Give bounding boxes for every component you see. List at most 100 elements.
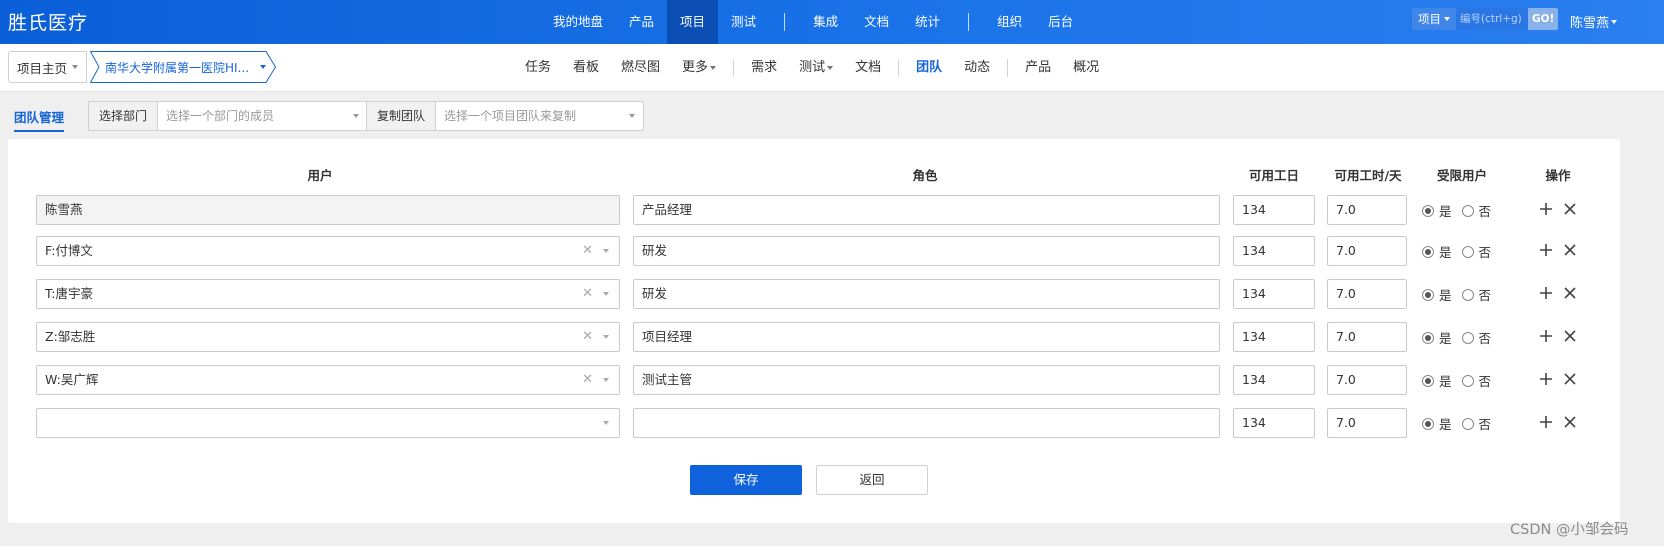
tab-burndown[interactable]: 燃尽图	[610, 44, 671, 92]
role-input[interactable]	[633, 408, 1220, 438]
delete-row-button[interactable]	[1560, 365, 1580, 393]
tab-docs[interactable]: 文档	[844, 44, 892, 92]
save-button[interactable]: 保存	[690, 465, 802, 495]
nav-item-admin[interactable]: 后台	[1035, 0, 1086, 44]
delete-row-button[interactable]	[1560, 322, 1580, 350]
user-select[interactable]: W:吴广辉 ✕	[36, 365, 620, 395]
role-input[interactable]: 项目经理	[633, 322, 1220, 352]
delete-row-button[interactable]	[1560, 195, 1580, 223]
user-select[interactable]: T:唐宇豪 ✕	[36, 279, 620, 309]
role-input[interactable]: 研发	[633, 236, 1220, 266]
limited-no-radio[interactable]	[1461, 288, 1474, 301]
breadcrumb-current-project[interactable]: 南华大学附属第一医院HI...	[90, 51, 276, 83]
radio-yes-label: 是	[1439, 288, 1452, 303]
radio-yes-label: 是	[1439, 331, 1452, 346]
add-row-button[interactable]	[1536, 365, 1556, 393]
limited-yes-radio[interactable]	[1422, 288, 1434, 301]
add-row-button[interactable]	[1536, 236, 1556, 264]
copy-team-select[interactable]: 选择一个项目团队来复制	[436, 102, 643, 130]
nav-item-project[interactable]: 项目	[667, 0, 719, 44]
user-select[interactable]: F:付博文 ✕	[36, 236, 620, 266]
hours-input[interactable]: 7.0	[1327, 236, 1407, 266]
hours-input[interactable]: 7.0	[1327, 322, 1407, 352]
subnav-divider	[1007, 59, 1009, 77]
role-input[interactable]: 测试主管	[633, 365, 1220, 395]
limited-yes-radio[interactable]	[1422, 204, 1434, 217]
workdays-input[interactable]: 134	[1233, 408, 1315, 438]
limited-yes-radio[interactable]	[1422, 374, 1434, 387]
tab-product[interactable]: 产品	[1014, 44, 1062, 92]
team-management-tab[interactable]: 团队管理	[14, 107, 65, 132]
hours-input[interactable]: 7.0	[1327, 195, 1407, 225]
search-input[interactable]	[1456, 8, 1528, 30]
nav-item-product[interactable]: 产品	[616, 0, 667, 44]
delete-row-button[interactable]	[1560, 408, 1580, 436]
workdays-input[interactable]: 134	[1233, 236, 1315, 266]
nav-item-dashboard[interactable]: 我的地盘	[540, 0, 616, 44]
hours-input[interactable]: 7.0	[1327, 365, 1407, 395]
clear-icon[interactable]: ✕	[582, 280, 593, 308]
workdays-input[interactable]: 134	[1233, 322, 1315, 352]
clear-icon[interactable]: ✕	[582, 323, 593, 351]
user-field-readonly: 陈雪燕	[36, 195, 620, 225]
nav-item-stats[interactable]: 统计	[902, 0, 953, 44]
nav-item-org[interactable]: 组织	[984, 0, 1035, 44]
limited-no-radio[interactable]	[1461, 204, 1474, 217]
user-select[interactable]	[36, 408, 620, 438]
nav-item-test[interactable]: 测试	[718, 0, 769, 44]
search-type-select[interactable]: 项目	[1412, 8, 1456, 30]
add-row-button[interactable]	[1536, 195, 1556, 223]
department-picker[interactable]: 选择部门 选择一个部门的成员	[88, 101, 368, 131]
back-button[interactable]: 返回	[816, 465, 928, 495]
chevron-down-icon	[629, 114, 635, 118]
limited-yes-radio[interactable]	[1422, 245, 1434, 258]
user-select-value: F:付博文	[45, 243, 93, 258]
add-row-button[interactable]	[1536, 408, 1556, 436]
table-row: W:吴广辉 ✕ 测试主管 134 7.0 是 否	[8, 365, 1620, 395]
nav-item-integration[interactable]: 集成	[800, 0, 851, 44]
tab-kanban[interactable]: 看板	[562, 44, 610, 92]
role-input[interactable]: 产品经理	[633, 195, 1220, 225]
add-row-button[interactable]	[1536, 322, 1556, 350]
clear-icon[interactable]: ✕	[582, 366, 593, 394]
department-select[interactable]: 选择一个部门的成员	[158, 102, 367, 130]
plus-icon	[1540, 287, 1552, 299]
tab-more[interactable]: 更多	[671, 44, 727, 92]
clear-icon[interactable]: ✕	[582, 237, 593, 265]
nav-item-docs[interactable]: 文档	[851, 0, 902, 44]
user-name: 陈雪燕	[1570, 16, 1610, 31]
limited-yes-radio[interactable]	[1422, 331, 1434, 344]
workdays-input[interactable]: 134	[1233, 365, 1315, 395]
user-select[interactable]: Z:邹志胜 ✕	[36, 322, 620, 352]
limited-no-radio[interactable]	[1461, 374, 1474, 387]
tab-testing[interactable]: 测试	[788, 44, 844, 92]
limited-yes-radio[interactable]	[1422, 417, 1434, 430]
tab-overview[interactable]: 概况	[1062, 44, 1110, 92]
delete-row-button[interactable]	[1560, 279, 1580, 307]
hours-input[interactable]: 7.0	[1327, 279, 1407, 309]
limited-no-radio[interactable]	[1461, 417, 1474, 430]
column-header-limited: 受限用户	[1436, 168, 1487, 183]
user-select-value: T:唐宇豪	[45, 286, 93, 301]
workdays-input[interactable]: 134	[1233, 195, 1315, 225]
add-row-button[interactable]	[1536, 279, 1556, 307]
close-icon	[1564, 330, 1576, 342]
tab-dynamics[interactable]: 动态	[953, 44, 1001, 92]
copy-team-picker[interactable]: 复制团队 选择一个项目团队来复制	[366, 101, 644, 131]
delete-row-button[interactable]	[1560, 236, 1580, 264]
role-input[interactable]: 研发	[633, 279, 1220, 309]
workdays-input[interactable]: 134	[1233, 279, 1315, 309]
user-menu[interactable]: 陈雪燕	[1570, 12, 1618, 31]
limited-no-radio[interactable]	[1461, 331, 1474, 344]
search-go-button[interactable]: GO!	[1528, 8, 1559, 30]
brand-logo[interactable]: 胜氏医疗	[8, 8, 88, 35]
tab-stories[interactable]: 需求	[740, 44, 788, 92]
limited-no-radio[interactable]	[1461, 245, 1474, 258]
hours-input[interactable]: 7.0	[1327, 408, 1407, 438]
limited-radio-group: 是 否	[1422, 285, 1491, 304]
tab-tasks[interactable]: 任务	[514, 44, 562, 92]
breadcrumb-project-home[interactable]: 项目主页	[8, 51, 88, 83]
tab-team[interactable]: 团队	[905, 44, 953, 92]
nav-divider	[968, 13, 970, 31]
table-row: F:付博文 ✕ 研发 134 7.0 是 否	[8, 236, 1620, 266]
